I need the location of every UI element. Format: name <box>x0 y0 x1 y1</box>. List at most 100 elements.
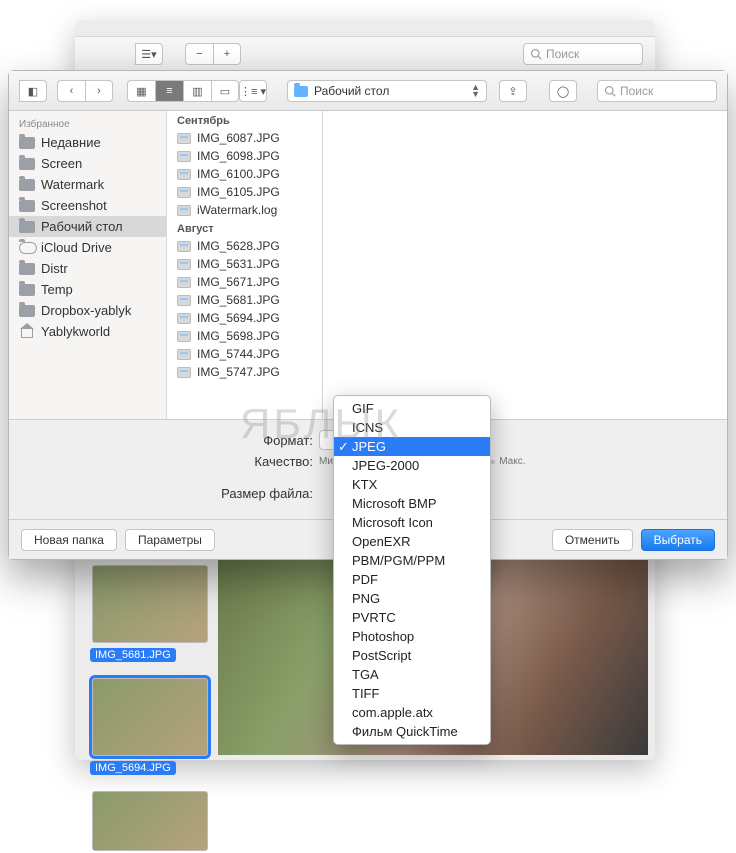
sidebar-item-label: Watermark <box>41 177 104 192</box>
file-item[interactable]: IMG_5628.JPG <box>167 237 322 255</box>
file-item[interactable]: IMG_5744.JPG <box>167 345 322 363</box>
file-item[interactable]: IMG_5671.JPG <box>167 273 322 291</box>
format-label: Формат: <box>9 433 319 448</box>
menu-item-icns[interactable]: ICNS <box>334 418 490 437</box>
file-item[interactable]: iWatermark.log <box>167 201 322 219</box>
desk-icon <box>19 221 35 233</box>
menu-item-postscript[interactable]: PostScript <box>334 646 490 665</box>
thumbnail[interactable] <box>92 678 208 756</box>
forward-button[interactable]: › <box>85 80 113 102</box>
file-item[interactable]: IMG_5698.JPG <box>167 327 322 345</box>
file-icon <box>177 133 191 144</box>
sidebar-item-label: Недавние <box>41 135 101 150</box>
back-button[interactable]: ‹ <box>57 80 85 102</box>
search-placeholder: Поиск <box>620 84 653 98</box>
sidebar-item-label: Yablykworld <box>41 324 110 339</box>
file-icon <box>177 205 191 216</box>
file-name: IMG_6087.JPG <box>197 131 280 145</box>
sidebar-item-недавние[interactable]: Недавние <box>9 132 166 153</box>
menu-item-jpeg[interactable]: JPEG <box>334 437 490 456</box>
menu-item-photoshop[interactable]: Photoshop <box>334 627 490 646</box>
thumbnail[interactable] <box>92 791 208 851</box>
preview-pane <box>323 111 727 419</box>
new-folder-button[interactable]: Новая папка <box>21 529 117 551</box>
share-button[interactable]: ⇪ <box>499 80 527 102</box>
file-item[interactable]: IMG_5631.JPG <box>167 255 322 273</box>
options-button[interactable]: Параметры <box>125 529 215 551</box>
path-popup[interactable]: Рабочий стол ▲▼ <box>287 80 487 102</box>
file-group-header: Сентябрь <box>167 111 322 129</box>
sidebar-item-distr[interactable]: Distr <box>9 258 166 279</box>
house-icon <box>19 326 35 338</box>
menu-item-jpeg-2000[interactable]: JPEG-2000 <box>334 456 490 475</box>
sidebar-header: Избранное <box>9 115 166 132</box>
cancel-button[interactable]: Отменить <box>552 529 633 551</box>
menu-item-com-apple-atx[interactable]: com.apple.atx <box>334 703 490 722</box>
menu-item-pvrtc[interactable]: PVRTC <box>334 608 490 627</box>
file-item[interactable]: IMG_5681.JPG <box>167 291 322 309</box>
file-icon <box>177 367 191 378</box>
quality-label: Качество: <box>9 454 319 469</box>
sheet-search-input[interactable]: Поиск <box>597 80 717 102</box>
view-gallery-button[interactable]: ▭ <box>211 80 239 102</box>
format-dropdown-menu[interactable]: GIFICNSJPEGJPEG-2000KTXMicrosoft BMPMicr… <box>333 395 491 745</box>
menu-item-tga[interactable]: TGA <box>334 665 490 684</box>
sidebar-item-icloud-drive[interactable]: iCloud Drive <box>9 237 166 258</box>
menu-item-microsoft-icon[interactable]: Microsoft Icon <box>334 513 490 532</box>
sidebar-item-temp[interactable]: Temp <box>9 279 166 300</box>
path-label: Рабочий стол <box>314 84 389 98</box>
view-list-button[interactable]: ≡ <box>155 80 183 102</box>
file-item[interactable]: IMG_6087.JPG <box>167 129 322 147</box>
sheet-toolbar: ◧ ‹ › ▦ ≡ ▥ ▭ ⋮≡ ▾ Рабочий стол ▲▼ ⇪ ◯ П… <box>9 71 727 111</box>
file-icon <box>177 187 191 198</box>
file-name: IMG_6098.JPG <box>197 149 280 163</box>
menu-item-pdf[interactable]: PDF <box>334 570 490 589</box>
sidebar-toggle-button[interactable]: ☰▾ <box>135 43 163 65</box>
back-search-input[interactable]: Поиск <box>523 43 643 65</box>
menu-item-tiff[interactable]: TIFF <box>334 684 490 703</box>
zoom-in-button[interactable]: + <box>213 43 241 65</box>
file-item[interactable]: IMG_6105.JPG <box>167 183 322 201</box>
file-icon <box>177 169 191 180</box>
file-item[interactable]: IMG_5694.JPG <box>167 309 322 327</box>
view-columns-button[interactable]: ▥ <box>183 80 211 102</box>
menu-item-openexr[interactable]: OpenEXR <box>334 532 490 551</box>
menu-item-gif[interactable]: GIF <box>334 399 490 418</box>
file-icon <box>177 151 191 162</box>
file-name: IMG_6100.JPG <box>197 167 280 181</box>
file-name: IMG_5671.JPG <box>197 275 280 289</box>
sidebar-item-yablykworld[interactable]: Yablykworld <box>9 321 166 342</box>
file-name: IMG_5698.JPG <box>197 329 280 343</box>
menu-item-ktx[interactable]: KTX <box>334 475 490 494</box>
cloud-icon <box>19 242 35 254</box>
menu-item-microsoft-bmp[interactable]: Microsoft BMP <box>334 494 490 513</box>
sidebar-toggle-button[interactable]: ◧ <box>19 80 47 102</box>
file-name: IMG_5631.JPG <box>197 257 280 271</box>
file-name: iWatermark.log <box>197 203 277 217</box>
group-by-button[interactable]: ⋮≡ ▾ <box>239 80 267 102</box>
sidebar-item-dropbox-yablyk[interactable]: Dropbox-yablyk <box>9 300 166 321</box>
file-item[interactable]: IMG_6100.JPG <box>167 165 322 183</box>
choose-button[interactable]: Выбрать <box>641 529 715 551</box>
sidebar-item-рабочий-стол[interactable]: Рабочий стол <box>9 216 166 237</box>
folder-icon <box>19 284 35 296</box>
thumbnail[interactable] <box>92 565 208 643</box>
tags-button[interactable]: ◯ <box>549 80 577 102</box>
folder-icon <box>294 86 308 97</box>
search-icon <box>604 85 616 97</box>
zoom-out-button[interactable]: − <box>185 43 213 65</box>
menu-item-png[interactable]: PNG <box>334 589 490 608</box>
sidebar-item-label: Screenshot <box>41 198 107 213</box>
file-icon <box>177 313 191 324</box>
file-name: IMG_5628.JPG <box>197 239 280 253</box>
view-icons-button[interactable]: ▦ <box>127 80 155 102</box>
menu-item-pbm-pgm-ppm[interactable]: PBM/PGM/PPM <box>334 551 490 570</box>
sidebar-item-watermark[interactable]: Watermark <box>9 174 166 195</box>
file-item[interactable]: IMG_6098.JPG <box>167 147 322 165</box>
menu-item--quicktime[interactable]: Фильм QuickTime <box>334 722 490 741</box>
sidebar-item-label: Temp <box>41 282 73 297</box>
file-item[interactable]: IMG_5747.JPG <box>167 363 322 381</box>
sidebar-item-screen[interactable]: Screen <box>9 153 166 174</box>
sidebar-item-screenshot[interactable]: Screenshot <box>9 195 166 216</box>
folder-icon <box>19 200 35 212</box>
